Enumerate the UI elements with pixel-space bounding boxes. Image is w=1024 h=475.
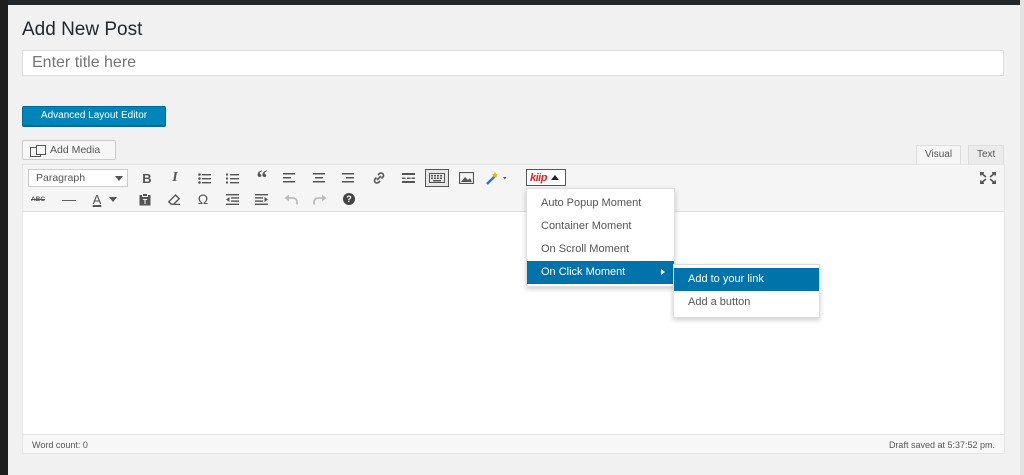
image-icon[interactable] — [457, 170, 475, 186]
fullscreen-icon[interactable] — [980, 171, 996, 184]
post-editor: Paragraph B I “ kiip ABC — A T Ω ? Word … — [22, 164, 1005, 454]
chevron-down-icon — [109, 196, 118, 202]
clear-formatting-icon[interactable] — [165, 191, 183, 207]
chevron-right-icon — [661, 269, 665, 275]
advanced-layout-editor-button[interactable]: Advanced Layout Editor — [22, 106, 166, 126]
indent-icon[interactable] — [252, 191, 270, 207]
redo-icon[interactable] — [311, 191, 329, 207]
paste-text-icon[interactable]: T — [136, 191, 154, 207]
help-glyph: ? — [343, 193, 355, 205]
page-title: Add New Post — [22, 19, 143, 40]
strikethrough-icon[interactable]: ABC — [29, 191, 47, 207]
kiip-logo: kiip — [530, 171, 547, 184]
editor-status-bar: Word count: 0 Draft saved at 5:37:52 pm. — [23, 434, 1004, 453]
menu-item-container-moment[interactable]: Container Moment — [527, 215, 674, 238]
menu-item-label: On Click Moment — [541, 266, 626, 278]
numbered-list-icon[interactable] — [223, 170, 241, 186]
magic-wand-icon[interactable] — [485, 170, 511, 186]
undo-icon[interactable] — [282, 191, 300, 207]
right-edge — [1020, 0, 1024, 475]
chevron-up-icon — [550, 175, 559, 180]
align-right-icon[interactable] — [339, 170, 357, 186]
toolbar-toggle-icon[interactable] — [425, 169, 449, 187]
menu-item-auto-popup-moment[interactable]: Auto Popup Moment — [527, 192, 674, 215]
align-left-icon[interactable] — [280, 170, 298, 186]
tab-text[interactable]: Text — [968, 145, 1005, 164]
word-count: Word count: 0 — [32, 440, 88, 450]
media-icon — [30, 144, 46, 157]
add-media-label: Add Media — [50, 144, 101, 156]
format-select[interactable]: Paragraph — [28, 169, 128, 187]
read-more-icon[interactable] — [399, 170, 417, 186]
draft-saved-status: Draft saved at 5:37:52 pm. — [888, 440, 995, 450]
horizontal-line-icon[interactable]: — — [60, 191, 78, 207]
align-center-icon[interactable] — [310, 170, 328, 186]
chevron-down-icon — [115, 176, 123, 181]
kiip-button[interactable]: kiip — [526, 169, 566, 186]
italic-icon[interactable]: I — [166, 170, 184, 186]
kiip-dropdown-menu: Auto Popup Moment Container Moment On Sc… — [526, 188, 675, 287]
text-color-icon[interactable]: A — [88, 191, 122, 207]
menu-item-on-scroll-moment[interactable]: On Scroll Moment — [527, 238, 674, 261]
link-icon[interactable] — [370, 170, 388, 186]
kiip-submenu: Add to your link Add a button — [673, 264, 820, 318]
outdent-icon[interactable] — [223, 191, 241, 207]
format-select-value: Paragraph — [36, 172, 86, 184]
special-character-icon[interactable]: Ω — [194, 191, 212, 207]
svg-text:T: T — [143, 199, 148, 206]
bold-icon[interactable]: B — [138, 170, 156, 186]
editor-toolbar: Paragraph B I “ kiip ABC — A T Ω ? — [23, 165, 1004, 212]
menu-item-add-a-button[interactable]: Add a button — [674, 291, 819, 314]
post-title-input[interactable] — [22, 50, 1004, 76]
blockquote-icon[interactable]: “ — [253, 167, 271, 189]
bullet-list-icon[interactable] — [195, 170, 213, 186]
add-media-button[interactable]: Add Media — [22, 140, 116, 160]
text-color-glyph: A — [92, 191, 102, 207]
tab-visual[interactable]: Visual — [916, 145, 962, 164]
help-icon[interactable]: ? — [340, 191, 358, 207]
top-bar — [0, 0, 1024, 5]
menu-item-on-click-moment[interactable]: On Click Moment — [527, 261, 674, 284]
menu-item-add-to-your-link[interactable]: Add to your link — [674, 268, 819, 291]
admin-sidebar-edge — [0, 0, 8, 475]
